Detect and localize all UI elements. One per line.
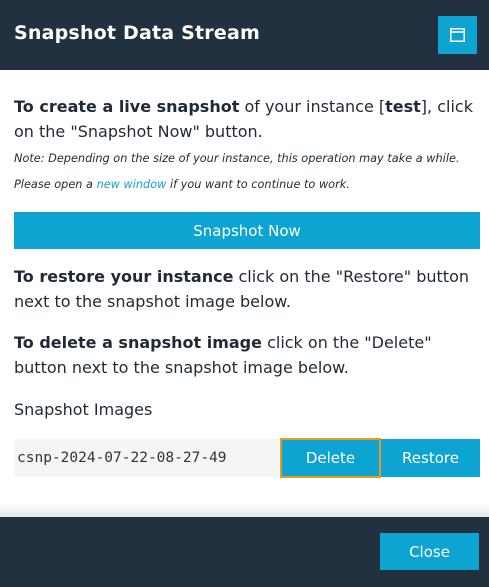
- restore-snapshot-button[interactable]: Restore: [381, 439, 480, 477]
- restore-lead: To restore your instance: [14, 267, 234, 286]
- create-snapshot-instructions: To create a live snapshot of your instan…: [14, 94, 476, 144]
- delete-instructions: To delete a snapshot image click on the …: [14, 330, 476, 380]
- footer-divider: [0, 503, 489, 517]
- dialog-header: Snapshot Data Stream: [0, 0, 489, 70]
- snapshot-note: Note: Depending on the size of your inst…: [14, 146, 480, 198]
- snapshot-image-row: csnp-2024-07-22-08-27-49 Delete Restore: [14, 438, 480, 478]
- delete-lead: To delete a snapshot image: [14, 333, 262, 352]
- window-icon: [450, 28, 465, 42]
- snapshot-image-name: csnp-2024-07-22-08-27-49: [14, 439, 280, 477]
- new-window-link[interactable]: new window: [97, 178, 167, 191]
- delete-snapshot-button[interactable]: Delete: [280, 438, 381, 478]
- snapshot-now-button[interactable]: Snapshot Now: [14, 212, 480, 249]
- dialog-title: Snapshot Data Stream: [14, 22, 260, 44]
- restore-instructions: To restore your instance click on the "R…: [14, 264, 476, 314]
- close-button[interactable]: Close: [380, 533, 479, 570]
- maximize-window-button[interactable]: [438, 16, 477, 54]
- create-snapshot-lead: To create a live snapshot: [14, 97, 240, 116]
- instance-name: test: [385, 97, 421, 116]
- note-text-end: if you want to continue to work.: [166, 178, 350, 191]
- dialog-footer: Close: [0, 517, 489, 587]
- instance-prefix-text: of your instance [: [239, 97, 386, 116]
- snapshot-images-heading: Snapshot Images: [14, 400, 153, 419]
